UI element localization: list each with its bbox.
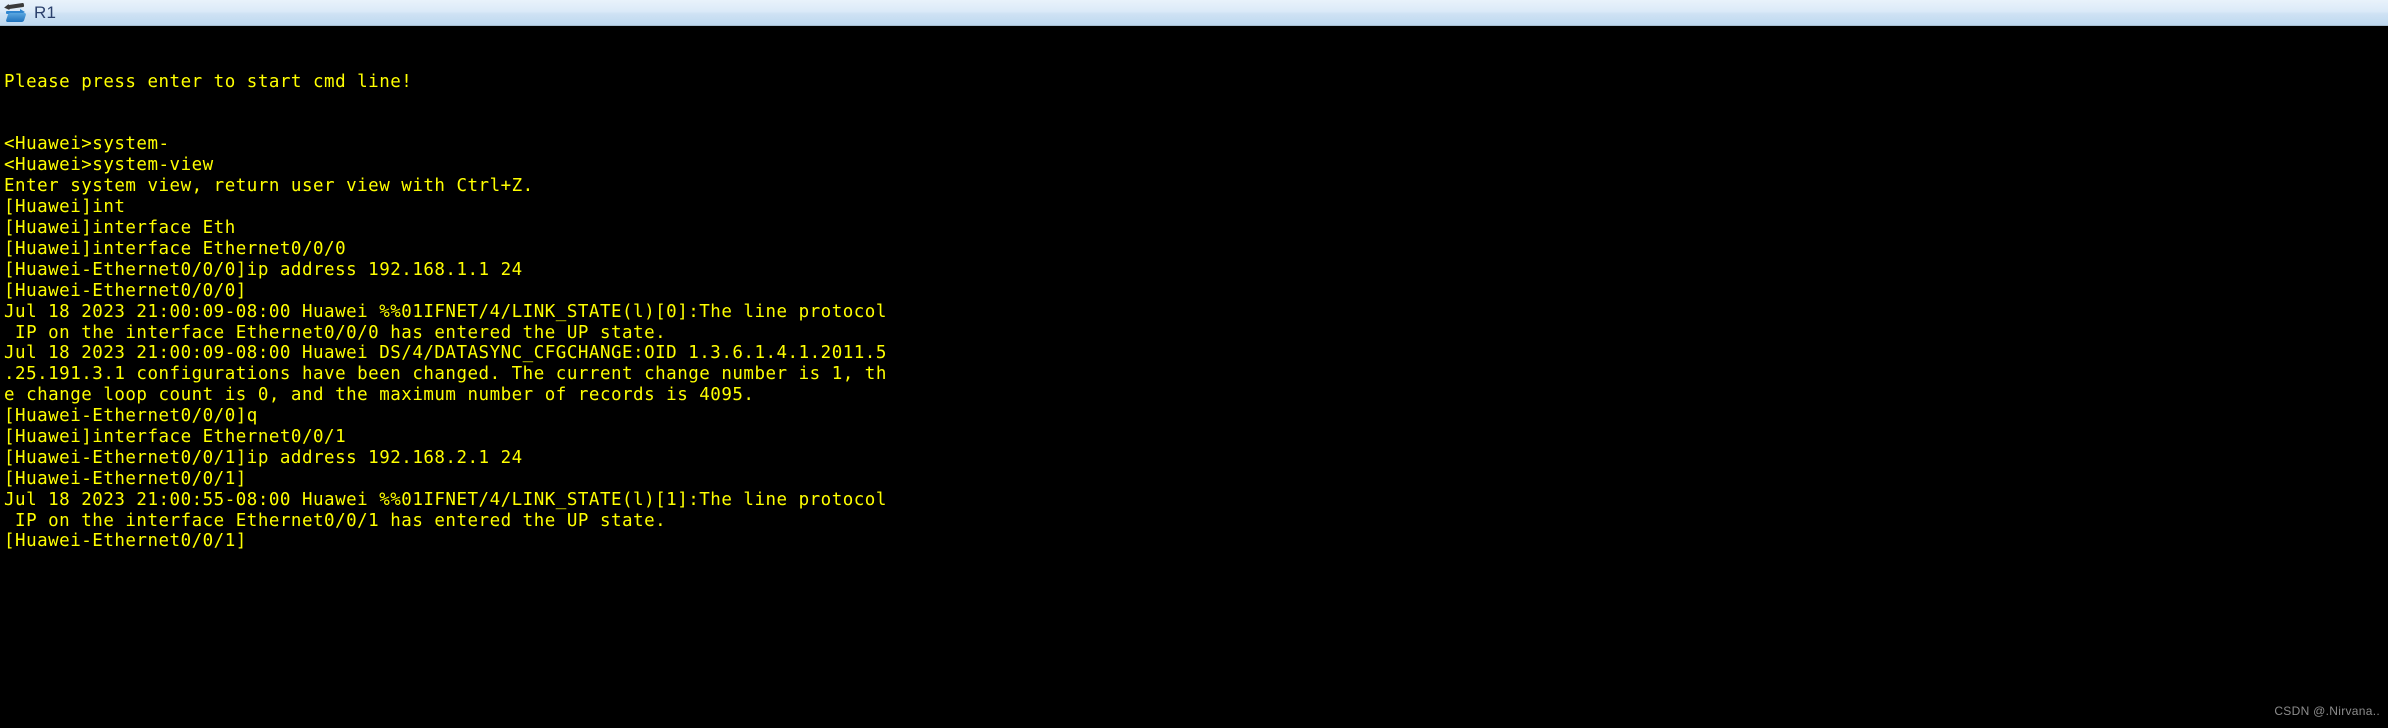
- terminal-line: [Huawei-Ethernet0/0/1]: [4, 531, 247, 552]
- terminal-line-list: Please press enter to start cmd line! <H…: [4, 72, 2388, 552]
- terminal-line: Please press enter to start cmd line!: [4, 71, 413, 92]
- terminal-line: Enter system view, return user view with…: [4, 176, 534, 197]
- window-title-bar[interactable]: R1: [0, 0, 2388, 29]
- ensp-console-window: R1 Please press enter to start cmd line!…: [0, 0, 2388, 728]
- terminal-line: IP on the interface Ethernet0/0/0 has en…: [4, 322, 667, 343]
- router-icon: [5, 2, 28, 23]
- terminal-line: [Huawei-Ethernet0/0/0]ip address 192.168…: [4, 259, 523, 280]
- terminal-line: e change loop count is 0, and the maximu…: [4, 385, 755, 406]
- terminal-line: Jul 18 2023 21:00:55-08:00 Huawei %%01IF…: [4, 489, 887, 510]
- terminal-line: [Huawei-Ethernet0/0/1]ip address 192.168…: [4, 447, 523, 468]
- terminal-line: [Huawei-Ethernet0/0/0]: [4, 280, 247, 301]
- terminal-line: Jul 18 2023 21:00:09-08:00 Huawei DS/4/D…: [4, 343, 887, 364]
- terminal-line: .25.191.3.1 configurations have been cha…: [4, 364, 887, 385]
- window-title: R1: [34, 2, 57, 22]
- terminal-output[interactable]: Please press enter to start cmd line! <H…: [0, 26, 2388, 728]
- watermark-label: CSDN @.Nirvana..: [2274, 704, 2380, 719]
- terminal-line: IP on the interface Ethernet0/0/1 has en…: [4, 510, 667, 531]
- terminal-line: [Huawei]int: [4, 197, 126, 218]
- terminal-line: [Huawei]interface Ethernet0/0/0: [4, 238, 347, 259]
- terminal-line: <Huawei>system-view: [4, 155, 214, 176]
- terminal-line: [Huawei]interface Eth: [4, 218, 236, 239]
- terminal-line: [Huawei]interface Ethernet0/0/1: [4, 426, 347, 447]
- terminal-line: [Huawei-Ethernet0/0/0]q: [4, 406, 258, 427]
- terminal-line: [Huawei-Ethernet0/0/1]: [4, 468, 247, 489]
- terminal-line: <Huawei>system-: [4, 134, 170, 155]
- terminal-line: Jul 18 2023 21:00:09-08:00 Huawei %%01IF…: [4, 301, 887, 322]
